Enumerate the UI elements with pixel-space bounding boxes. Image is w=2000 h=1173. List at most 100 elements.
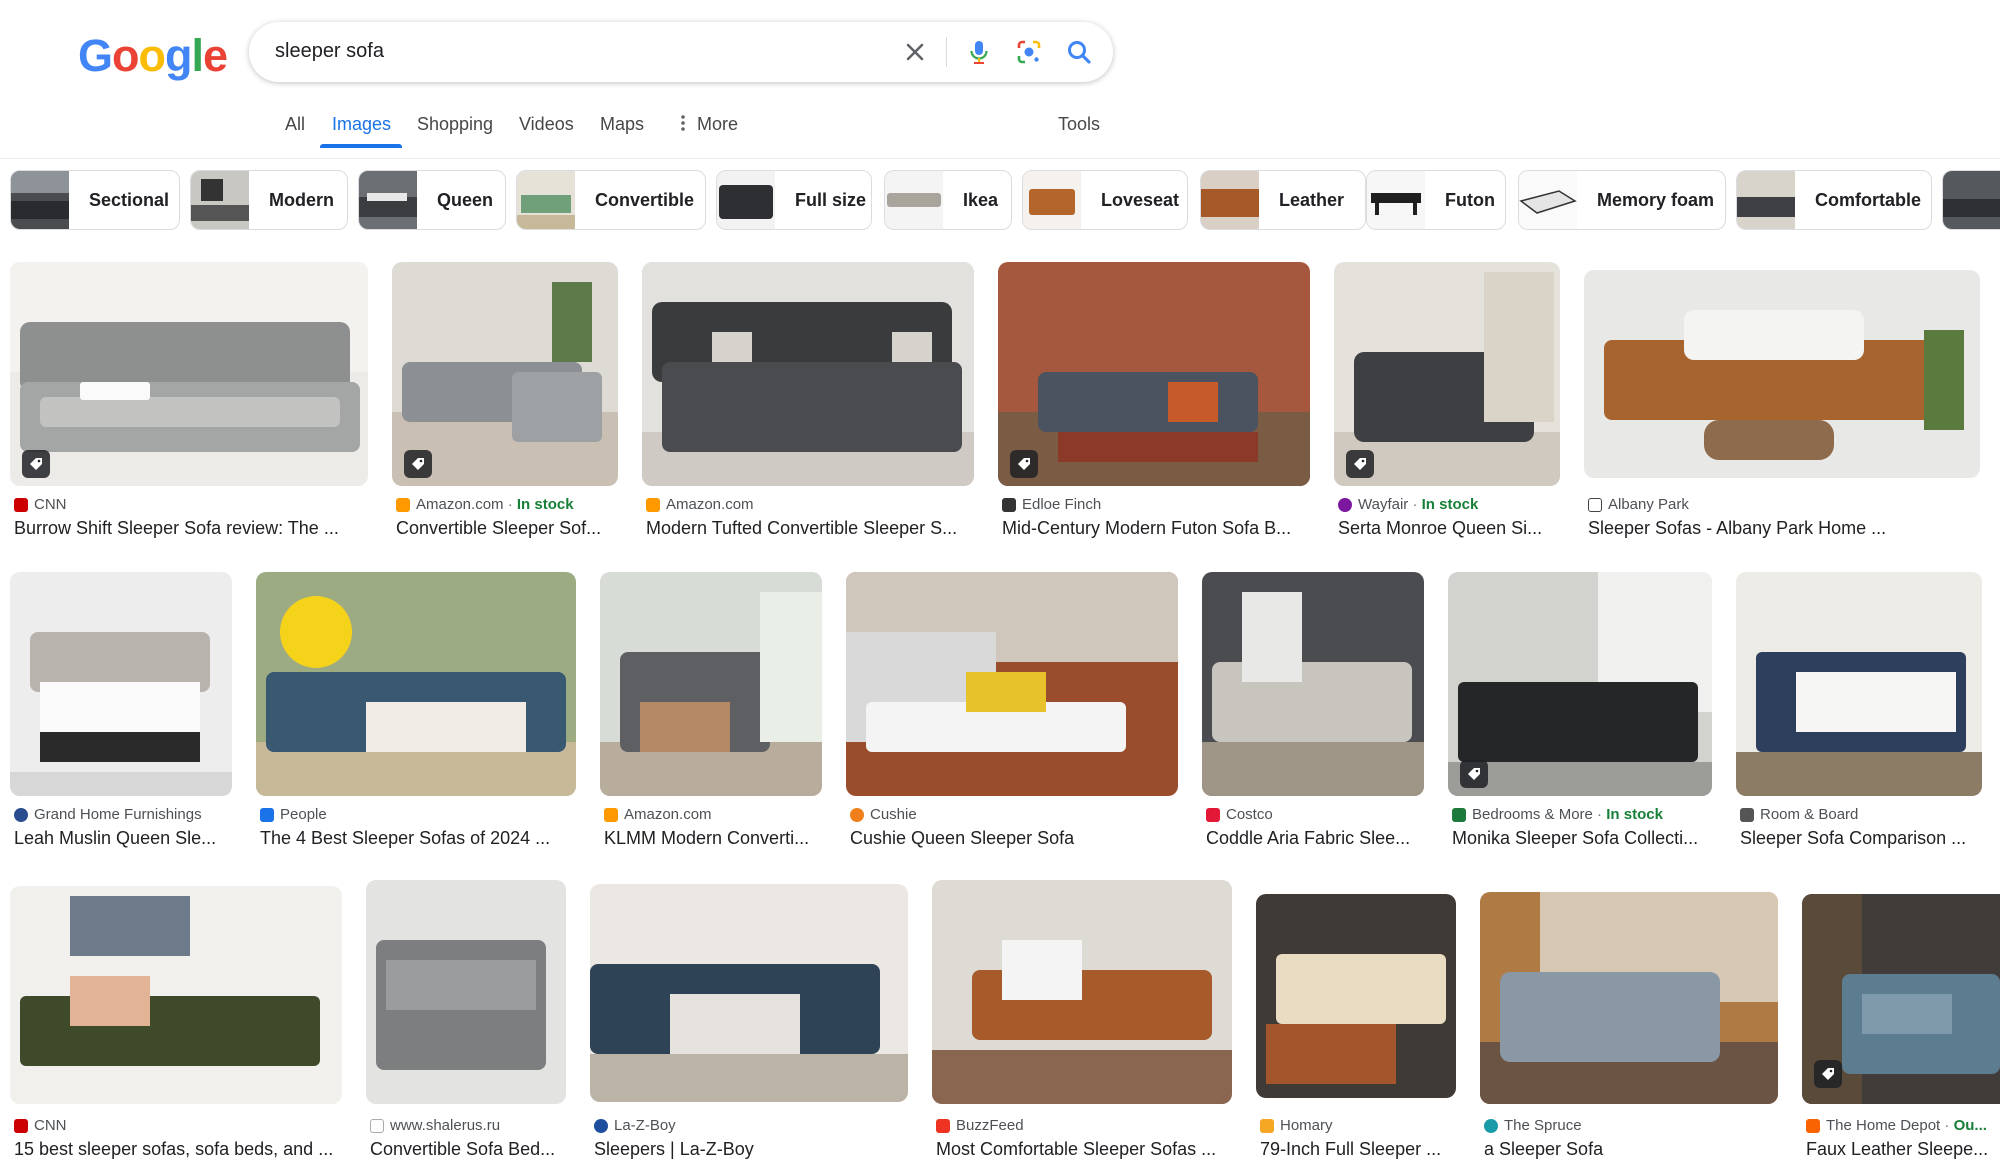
result-source[interactable]: Amazon.com [604,806,712,823]
image-result[interactable]: Amazon.com Modern Tufted Convertible Sle… [642,262,974,542]
result-source[interactable]: Bedrooms & More · In stock [1452,806,1663,823]
result-title[interactable]: Burrow Shift Sleeper Sofa review: The ..… [14,518,368,539]
image-result[interactable]: CNN 15 best sleeper sofas, sofa beds, an… [10,880,342,1165]
result-title[interactable]: Coddle Aria Fabric Slee... [1206,828,1424,849]
result-source[interactable]: Wayfair · In stock [1338,496,1478,513]
result-source[interactable]: People [260,806,327,823]
result-title[interactable]: Most Comfortable Sleeper Sofas ... [936,1139,1232,1160]
result-source[interactable]: Cushie [850,806,917,823]
tab-shopping[interactable]: Shopping [417,110,493,152]
image-result[interactable]: The Home Depot · Ou... Faux Leather Slee… [1802,880,2000,1165]
chip-queen[interactable]: Queen [358,170,506,230]
result-source[interactable]: The Spruce [1484,1117,1582,1134]
result-source[interactable]: Costco [1206,806,1273,823]
result-source[interactable]: www.shalerus.ru [370,1117,500,1134]
chip-futon[interactable]: Futon [1366,170,1506,230]
result-title[interactable]: Mid-Century Modern Futon Sofa B... [1002,518,1310,539]
result-title[interactable]: Modern Tufted Convertible Sleeper S... [646,518,974,539]
result-source[interactable]: CNN [14,496,67,513]
google-logo[interactable]: Google [78,30,228,82]
result-title[interactable]: Cushie Queen Sleeper Sofa [850,828,1178,849]
result-thumbnail[interactable] [10,572,232,796]
image-result[interactable]: BuzzFeed Most Comfortable Sleeper Sofas … [932,880,1232,1165]
image-result[interactable]: Homary 79-Inch Full Sleeper ... [1256,880,1456,1165]
result-title[interactable]: Sleeper Sofas - Albany Park Home ... [1588,518,1980,539]
image-result[interactable]: Wayfair · In stock Serta Monroe Queen Si… [1334,262,1560,542]
result-title[interactable]: 15 best sleeper sofas, sofa beds, and ..… [14,1139,342,1160]
result-title[interactable]: Sleepers | La-Z-Boy [594,1139,908,1160]
image-result[interactable]: Bedrooms & More · In stock Monika Sleepe… [1448,572,1712,852]
search-box[interactable]: sleeper sofa [249,22,1113,82]
result-title[interactable]: Sleeper Sofa Comparison ... [1740,828,1982,849]
image-result[interactable]: Albany Park Sleeper Sofas - Albany Park … [1584,262,1980,542]
result-thumbnail[interactable] [1202,572,1424,796]
result-source[interactable]: Homary [1260,1117,1333,1134]
image-result[interactable]: Costco Coddle Aria Fabric Slee... [1202,572,1424,852]
tab-more[interactable]: More [678,110,738,152]
image-result[interactable]: La-Z-Boy Sleepers | La-Z-Boy [590,880,908,1165]
tab-maps[interactable]: Maps [600,110,644,152]
chip-leather[interactable]: Leather [1200,170,1366,230]
result-thumbnail[interactable] [846,572,1178,796]
result-thumbnail[interactable] [256,572,576,796]
microphone-icon[interactable] [961,34,997,70]
result-thumbnail[interactable] [1448,572,1712,796]
result-source[interactable]: The Home Depot · Ou... [1806,1117,1987,1134]
result-thumbnail[interactable] [590,884,908,1102]
result-thumbnail[interactable] [10,886,342,1104]
image-result[interactable]: Edloe Finch Mid-Century Modern Futon Sof… [998,262,1310,542]
chip-comfortable[interactable]: Comfortable [1736,170,1932,230]
chip-full-size[interactable]: Full size [716,170,872,230]
search-input[interactable]: sleeper sofa [275,40,384,63]
chip-sectional[interactable]: Sectional [10,170,180,230]
search-icon[interactable] [1061,34,1097,70]
result-title[interactable]: KLMM Modern Converti... [604,828,822,849]
result-thumbnail[interactable] [1584,270,1980,478]
result-source[interactable]: BuzzFeed [936,1117,1024,1134]
image-result[interactable]: Amazon.com · In stock Convertible Sleepe… [392,262,618,542]
result-title[interactable]: The 4 Best Sleeper Sofas of 2024 ... [260,828,576,849]
tools-button[interactable]: Tools [1058,110,1100,152]
image-result[interactable]: CNN Burrow Shift Sleeper Sofa review: Th… [10,262,368,542]
camera-lens-icon[interactable] [1011,34,1047,70]
result-thumbnail[interactable] [932,880,1232,1104]
result-thumbnail[interactable] [1256,894,1456,1098]
result-source[interactable]: CNN [14,1117,67,1134]
result-title[interactable]: Monika Sleeper Sofa Collecti... [1452,828,1712,849]
tab-videos[interactable]: Videos [519,110,574,152]
image-result[interactable]: People The 4 Best Sleeper Sofas of 2024 … [256,572,576,852]
result-thumbnail[interactable] [1480,892,1778,1104]
result-thumbnail[interactable] [998,262,1310,486]
image-result[interactable]: Cushie Cushie Queen Sleeper Sofa [846,572,1178,852]
result-source[interactable]: Amazon.com · In stock [396,496,574,513]
chip-overflow[interactable] [1942,170,2000,230]
clear-icon[interactable] [897,34,933,70]
chip-modern[interactable]: Modern [190,170,348,230]
chip-convertible[interactable]: Convertible [516,170,706,230]
result-title[interactable]: a Sleeper Sofa [1484,1139,1778,1160]
result-title[interactable]: Convertible Sofa Bed... [370,1139,566,1160]
tab-all[interactable]: All [285,110,305,152]
result-thumbnail[interactable] [600,572,822,796]
result-source[interactable]: Albany Park [1588,496,1689,513]
result-title[interactable]: Convertible Sleeper Sof... [396,518,618,539]
result-title[interactable]: Serta Monroe Queen Si... [1338,518,1560,539]
image-result[interactable]: The Spruce a Sleeper Sofa [1480,880,1778,1165]
result-title[interactable]: Faux Leather Sleepe... [1806,1139,2000,1160]
chip-loveseat[interactable]: Loveseat [1022,170,1188,230]
result-title[interactable]: 79-Inch Full Sleeper ... [1260,1139,1456,1160]
result-thumbnail[interactable] [366,880,566,1104]
chip-ikea[interactable]: Ikea [884,170,1012,230]
result-source[interactable]: Grand Home Furnishings [14,806,202,823]
result-source[interactable]: Edloe Finch [1002,496,1101,513]
chip-memory-foam[interactable]: Memory foam [1518,170,1726,230]
result-source[interactable]: Room & Board [1740,806,1858,823]
image-result[interactable]: Amazon.com KLMM Modern Converti... [600,572,822,852]
result-title[interactable]: Leah Muslin Queen Sle... [14,828,232,849]
result-source[interactable]: La-Z-Boy [594,1117,676,1134]
image-result[interactable]: Grand Home Furnishings Leah Muslin Queen… [10,572,232,852]
image-result[interactable]: Room & Board Sleeper Sofa Comparison ... [1736,572,1982,852]
image-result[interactable]: www.shalerus.ru Convertible Sofa Bed... [366,880,566,1165]
result-thumbnail[interactable] [10,262,368,486]
result-source[interactable]: Amazon.com [646,496,754,513]
